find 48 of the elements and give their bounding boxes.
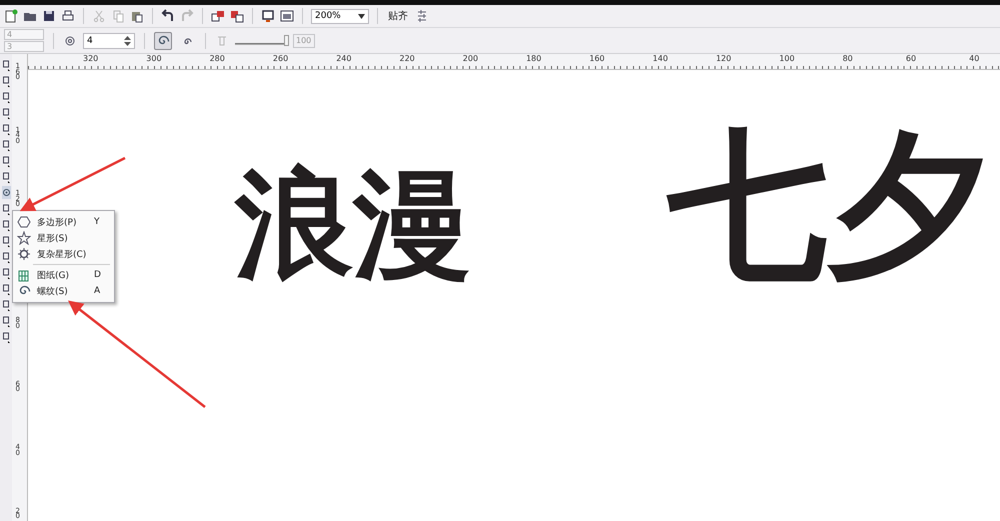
artwork-text: 七夕 [668, 125, 988, 285]
star-icon[interactable] [17, 231, 31, 245]
menu-item[interactable]: 复杂星形(C) [37, 248, 88, 260]
tool-icon[interactable] [2, 250, 10, 263]
print-icon[interactable] [61, 9, 75, 23]
menu-item[interactable]: 图纸(G) [37, 268, 88, 282]
menu-item[interactable]: 星形(S) [37, 232, 88, 244]
spinner-arrows-icon[interactable] [124, 36, 131, 46]
export-icon[interactable] [230, 9, 244, 23]
snap-options-icon[interactable] [415, 9, 429, 23]
paste-icon[interactable] [130, 9, 144, 23]
tool-icon[interactable] [2, 202, 10, 215]
tool-icon[interactable] [2, 314, 10, 327]
tool-icon[interactable] [2, 154, 10, 167]
undo-icon[interactable] [161, 9, 175, 23]
monitor-icon[interactable] [261, 9, 275, 23]
tool-icon[interactable] [2, 298, 10, 311]
import-icon[interactable] [211, 9, 225, 23]
revolutions-field[interactable]: 4 [83, 32, 135, 48]
tool-icon[interactable] [2, 170, 10, 183]
menu-item[interactable]: 螺纹(S) [37, 284, 88, 298]
save-icon[interactable] [42, 9, 56, 23]
tool-icon[interactable] [2, 122, 10, 135]
tool-icon[interactable] [2, 90, 10, 103]
expansion-slider-thumb[interactable] [284, 35, 289, 46]
hexagon-icon[interactable] [17, 215, 31, 229]
zoom-level-dropdown[interactable]: 200% [311, 8, 369, 24]
menu-item[interactable]: 多边形(P) [37, 216, 88, 228]
tool-icon[interactable] [2, 282, 10, 295]
dropdown-arrow-icon[interactable] [358, 14, 365, 18]
tool-icon[interactable] [2, 74, 10, 87]
revolutions-icon[interactable] [63, 34, 77, 48]
symmetric-spiral-button[interactable] [154, 32, 172, 50]
shortcut-key: D [94, 270, 110, 280]
full-screen-icon[interactable] [280, 9, 294, 23]
tool-icon[interactable] [2, 234, 10, 247]
snap-dropdown[interactable]: 贴齐 [386, 9, 410, 23]
new-document-icon[interactable] [4, 9, 18, 23]
tool-icon[interactable] [2, 138, 10, 151]
shortcut-key: Y [94, 217, 110, 227]
tool-icon[interactable] [2, 330, 10, 343]
tool-icon[interactable] [2, 218, 10, 231]
gear-icon[interactable] [17, 247, 31, 261]
grid-icon[interactable] [17, 268, 31, 282]
tool-icon[interactable] [2, 266, 10, 279]
shortcut-key: A [94, 286, 110, 296]
tool-icon[interactable] [2, 58, 10, 71]
tool-icon[interactable] [2, 106, 10, 119]
